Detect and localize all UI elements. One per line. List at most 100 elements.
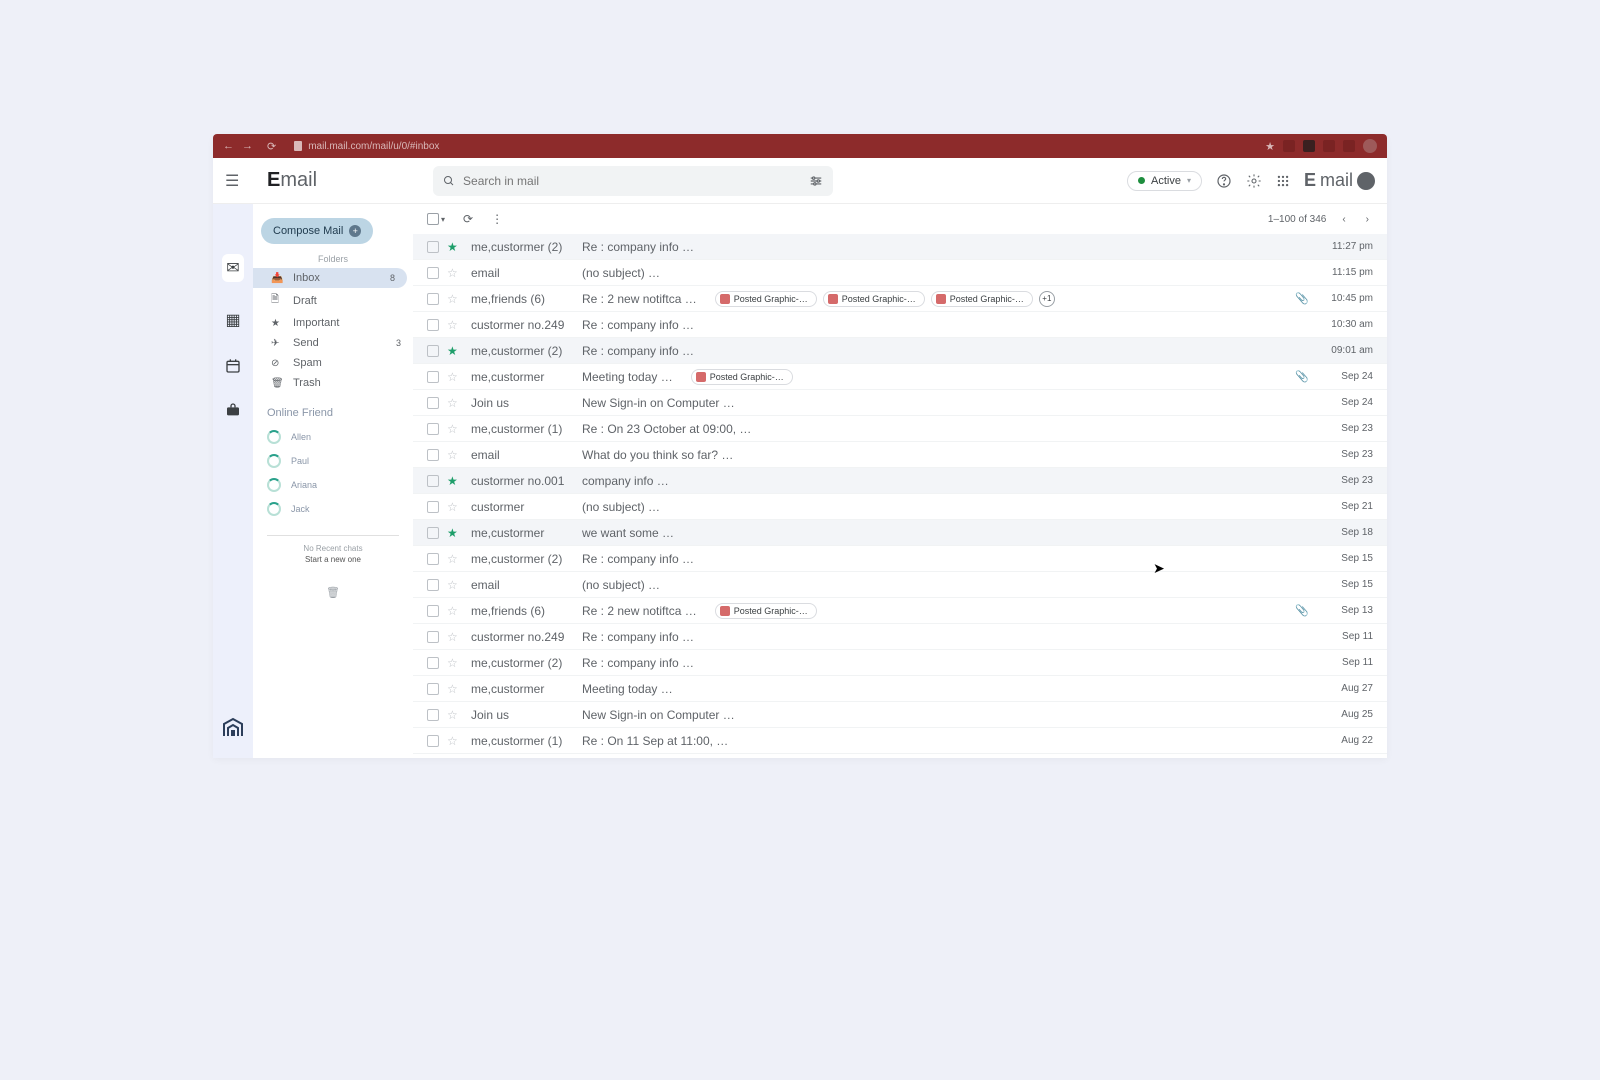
help-icon[interactable] xyxy=(1216,173,1232,189)
row-checkbox[interactable] xyxy=(427,397,439,409)
star-icon[interactable]: ☆ xyxy=(447,630,461,644)
search-box[interactable] xyxy=(433,166,833,196)
row-checkbox[interactable] xyxy=(427,709,439,721)
search-input[interactable] xyxy=(463,174,809,188)
mail-row[interactable]: ☆custormer(no subject) …Sep 21 xyxy=(413,494,1387,520)
star-icon[interactable]: ☆ xyxy=(447,318,461,332)
attachment-chip[interactable]: Posted Graphic-… xyxy=(823,291,925,307)
star-icon[interactable]: ★ xyxy=(447,344,461,358)
reload-icon[interactable]: ⟳ xyxy=(267,140,276,153)
row-checkbox[interactable] xyxy=(427,657,439,669)
mail-row[interactable]: ☆me,friends (6)Re : 2 new notiftca …Post… xyxy=(413,286,1387,312)
back-icon[interactable]: ← xyxy=(223,140,234,152)
row-checkbox[interactable] xyxy=(427,735,439,747)
mail-row[interactable]: ☆custormer no.249Re : company info …10:3… xyxy=(413,312,1387,338)
apps-grid-icon[interactable] xyxy=(1276,174,1290,188)
folder-spam[interactable]: ⊘Spam xyxy=(253,353,413,373)
folder-draft[interactable]: 🗎Draft xyxy=(253,288,413,313)
star-icon[interactable]: ☆ xyxy=(447,448,461,462)
select-all-checkbox[interactable] xyxy=(427,213,439,225)
ext-icon-3[interactable] xyxy=(1323,140,1335,152)
friend-item[interactable]: Ariana xyxy=(253,473,413,497)
settings-gear-icon[interactable] xyxy=(1246,173,1262,189)
star-icon[interactable]: ★ xyxy=(447,240,461,254)
attachment-chip[interactable]: Posted Graphic-… xyxy=(931,291,1033,307)
mail-row[interactable]: ☆email(no subject) …11:15 pm xyxy=(413,260,1387,286)
attachment-chip[interactable]: Posted Graphic-… xyxy=(715,291,817,307)
star-icon[interactable]: ☆ xyxy=(447,396,461,410)
row-checkbox[interactable] xyxy=(427,475,439,487)
mail-row[interactable]: ☆me,custormer (2)Re : company info …Sep … xyxy=(413,650,1387,676)
folder-inbox[interactable]: 📥Inbox8 xyxy=(253,268,407,288)
row-checkbox[interactable] xyxy=(427,293,439,305)
star-icon[interactable]: ☆ xyxy=(447,656,461,670)
mail-row[interactable]: ☆Join usNew Sign-in on Computer …Sep 24 xyxy=(413,390,1387,416)
mail-row[interactable]: ★me,custormer (2)Re : company info …11:2… xyxy=(413,234,1387,260)
folder-trash[interactable]: 🗑Trash xyxy=(253,373,413,393)
refresh-icon[interactable]: ⟳ xyxy=(463,212,473,226)
row-checkbox[interactable] xyxy=(427,631,439,643)
mail-row[interactable]: ☆me,custormerMeeting today …Aug 27 xyxy=(413,676,1387,702)
star-icon[interactable]: ☆ xyxy=(447,604,461,618)
mail-row[interactable]: ★me,custormer (2)Re : company info …09:0… xyxy=(413,338,1387,364)
row-checkbox[interactable] xyxy=(427,605,439,617)
start-chat-link[interactable]: Start a new one xyxy=(253,555,413,564)
row-checkbox[interactable] xyxy=(427,449,439,461)
next-page-icon[interactable]: › xyxy=(1362,214,1373,225)
star-icon[interactable]: ☆ xyxy=(447,578,461,592)
row-checkbox[interactable] xyxy=(427,371,439,383)
mail-row[interactable]: ★custormer no.001company info …Sep 23 xyxy=(413,468,1387,494)
hamburger-icon[interactable]: ☰ xyxy=(225,171,245,191)
search-filters-icon[interactable] xyxy=(809,174,823,188)
star-icon[interactable]: ☆ xyxy=(447,552,461,566)
status-pill[interactable]: Active ▾ xyxy=(1127,171,1202,191)
star-icon[interactable]: ★ xyxy=(447,474,461,488)
address-bar[interactable]: mail.mail.com/mail/u/0/#inbox xyxy=(294,141,1265,152)
star-icon[interactable]: ☆ xyxy=(447,734,461,748)
star-icon[interactable]: ☆ xyxy=(447,292,461,306)
more-menu-icon[interactable]: ⋮ xyxy=(491,212,504,226)
row-checkbox[interactable] xyxy=(427,345,439,357)
row-checkbox[interactable] xyxy=(427,553,439,565)
ext-icon-1[interactable] xyxy=(1283,140,1295,152)
mail-row[interactable]: ☆emailWhat do you think so far? …Sep 23 xyxy=(413,442,1387,468)
row-checkbox[interactable] xyxy=(427,501,439,513)
forward-icon[interactable]: → xyxy=(242,140,253,152)
mail-row[interactable]: ★me,custormerwe want some …Sep 18 xyxy=(413,520,1387,546)
mail-row[interactable]: ☆custormer no.249Re : company info …Sep … xyxy=(413,624,1387,650)
star-icon[interactable]: ☆ xyxy=(447,500,461,514)
mail-row[interactable]: ☆me,custormer (1)Re : On 23 October at 0… xyxy=(413,416,1387,442)
account-avatar-icon[interactable] xyxy=(1357,172,1375,190)
star-icon[interactable]: ☆ xyxy=(447,682,461,696)
mail-row[interactable]: ☆Join usNew Sign-in on Computer …Aug 25 xyxy=(413,702,1387,728)
prev-page-icon[interactable]: ‹ xyxy=(1338,214,1349,225)
row-checkbox[interactable] xyxy=(427,579,439,591)
compose-button[interactable]: Compose Mail + xyxy=(261,218,373,244)
mail-rail-icon[interactable]: ✉ xyxy=(222,254,243,282)
star-icon[interactable]: ★ xyxy=(1265,140,1275,153)
mail-row[interactable]: ☆me,custormer (1)Re : On 11 Sep at 11:00… xyxy=(413,728,1387,754)
attachment-chip[interactable]: Posted Graphic-… xyxy=(691,369,793,385)
delete-icon[interactable]: 🗑 xyxy=(253,586,413,599)
row-checkbox[interactable] xyxy=(427,683,439,695)
friend-item[interactable]: Paul xyxy=(253,449,413,473)
row-checkbox[interactable] xyxy=(427,267,439,279)
mail-row[interactable]: ☆me,custormer (2)Re : company info …Sep … xyxy=(413,546,1387,572)
star-icon[interactable]: ☆ xyxy=(447,370,461,384)
star-icon[interactable]: ☆ xyxy=(447,708,461,722)
mail-row[interactable]: ☆me,friends (6)Re : 2 new notiftca …Post… xyxy=(413,598,1387,624)
select-dropdown-icon[interactable]: ▾ xyxy=(441,215,445,224)
star-icon[interactable]: ☆ xyxy=(447,422,461,436)
more-attachments-chip[interactable]: +1 xyxy=(1039,291,1055,307)
star-icon[interactable]: ★ xyxy=(447,526,461,540)
ext-icon-2[interactable] xyxy=(1303,140,1315,152)
mail-row[interactable]: ☆me,custormerMeeting today …Posted Graph… xyxy=(413,364,1387,390)
row-checkbox[interactable] xyxy=(427,423,439,435)
calendar-rail-icon[interactable] xyxy=(225,358,241,374)
attachment-chip[interactable]: Posted Graphic-… xyxy=(715,603,817,619)
profile-avatar-icon[interactable] xyxy=(1363,139,1377,153)
row-checkbox[interactable] xyxy=(427,241,439,253)
folder-important[interactable]: ★Important xyxy=(253,313,413,333)
friend-item[interactable]: Allen xyxy=(253,425,413,449)
mail-row[interactable]: ☆email(no subject) …Sep 15 xyxy=(413,572,1387,598)
